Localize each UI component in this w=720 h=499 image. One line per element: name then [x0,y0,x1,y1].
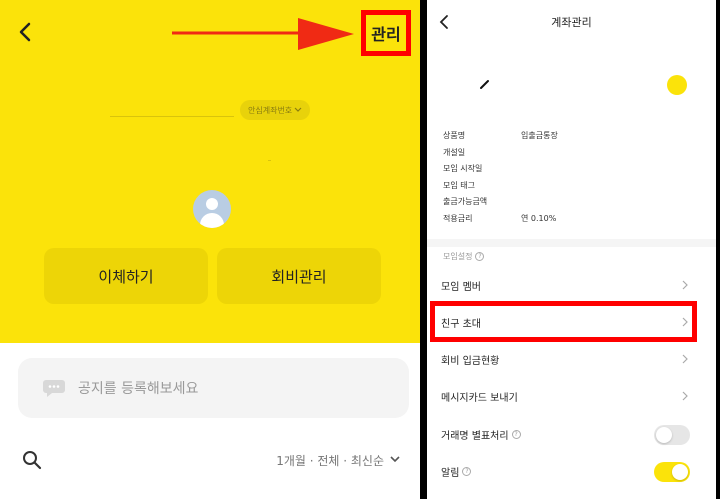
menu-masking: 거래명 별표처리 ? [427,416,716,453]
account-header: 관리 안심계좌번호 이체하기 회비관리 [0,0,420,343]
red-arrow-icon [172,18,354,50]
chevron-down-icon[interactable] [390,455,400,463]
info-row: 개설일 [443,147,466,157]
menu-message-card[interactable]: 메시지카드 보내기 [427,378,716,415]
filter-dropdown[interactable]: 1개월 · 전체 · 최신순 [276,452,384,469]
section-divider [427,239,716,247]
account-type-chip[interactable]: 안심계좌번호 [240,100,311,120]
info-row: 출금가능금액 [443,197,488,206]
chevron-right-icon [682,354,688,364]
invite-highlight-box [430,301,697,342]
info-row: 모임 시작일 [443,164,483,173]
question-icon[interactable]: ? [462,467,472,476]
menu-alarm: 알림 ? [427,453,716,490]
chevron-right-icon [682,280,688,290]
notice-placeholder: 공지를 등록해보세요 [78,381,199,397]
search-icon[interactable] [22,450,42,470]
manage-button[interactable]: 관리 [371,21,400,45]
manage-highlight-box: 관리 [361,10,411,56]
page-title: 계좌관리 [551,16,592,29]
section-label: 모임설정 ? [443,251,485,262]
back-chevron-icon[interactable] [14,20,38,44]
info-row: 상품명 입출금통장 [443,131,558,140]
menu-deposit-status[interactable]: 회비 입금현황 [427,341,716,378]
divider-mark [268,160,271,161]
account-chip-label: 안심계좌번호 [248,105,293,115]
speech-bubble-icon [43,380,65,397]
question-icon[interactable]: ? [511,430,521,439]
fee-manage-button[interactable]: 회비관리 [217,248,381,304]
account-color-dot[interactable] [667,75,687,95]
filter-row: 1개월 · 전체 · 최신순 [0,440,420,480]
right-panel: 계좌관리 상품명 입출금통장 개설일 모임 시작일 모임 태그 출금가능금액 적용… [427,0,716,499]
masking-toggle[interactable] [654,425,690,445]
pencil-icon[interactable] [479,78,491,90]
account-number-line [110,116,234,117]
transfer-button[interactable]: 이체하기 [44,248,208,304]
menu-members[interactable]: 모임 멤버 [427,267,716,304]
account-info: 상품명 입출금통장 개설일 모임 시작일 모임 태그 출금가능금액 적용금리 연 0… [443,130,558,229]
left-panel: 관리 안심계좌번호 이체하기 회비관리 공지를 등록해보세요 1개월 · 전체 … [0,0,420,499]
question-icon[interactable]: ? [475,252,485,261]
chevron-down-icon [294,107,302,112]
chevron-right-icon [682,391,688,401]
info-row: 적용금리 연 0.10% [443,213,557,223]
notice-input[interactable]: 공지를 등록해보세요 [18,358,409,418]
avatar-icon[interactable] [193,190,231,228]
info-row: 모임 태그 [443,180,475,190]
alarm-toggle[interactable] [654,462,690,482]
